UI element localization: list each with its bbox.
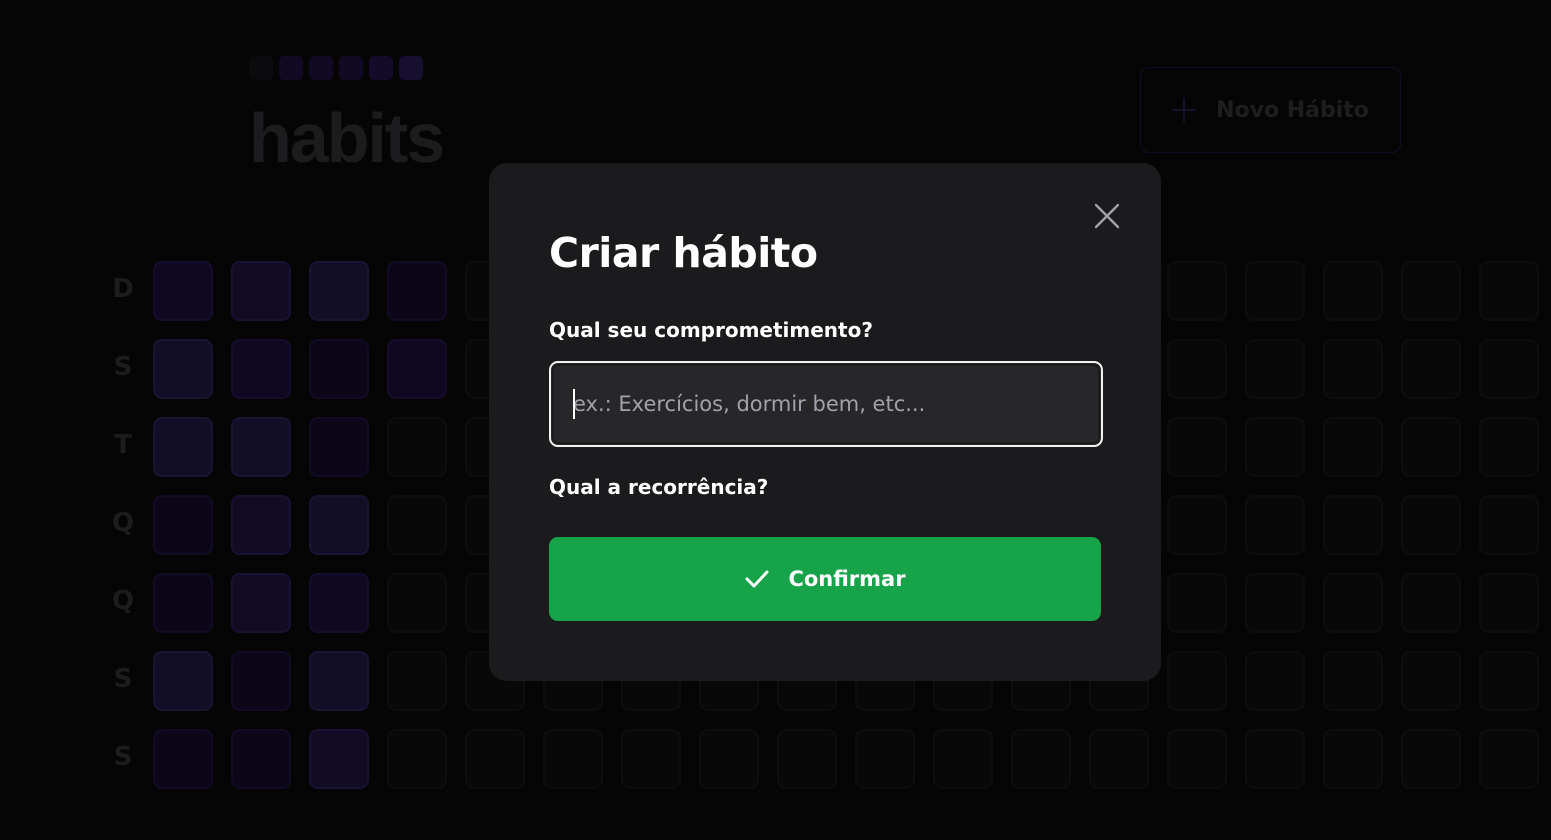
close-icon — [1090, 199, 1124, 233]
text-caret — [573, 389, 575, 419]
check-icon — [744, 568, 770, 590]
close-button[interactable] — [1090, 199, 1124, 233]
commitment-label: Qual seu comprometimento? — [549, 318, 873, 342]
commitment-input[interactable] — [549, 361, 1103, 447]
create-habit-dialog: Criar hábito Qual seu comprometimento? Q… — [489, 163, 1161, 681]
habits-app: habits Novo Hábito DSTQQSS Criar hábito … — [0, 0, 1551, 840]
dialog-title: Criar hábito — [549, 229, 818, 277]
confirm-button-label: Confirmar — [788, 567, 906, 591]
recurrence-label: Qual a recorrência? — [549, 475, 769, 499]
confirm-button[interactable]: Confirmar — [549, 537, 1101, 621]
